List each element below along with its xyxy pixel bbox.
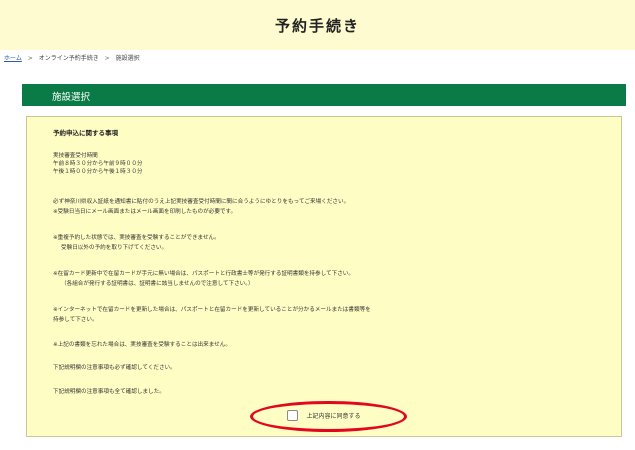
breadcrumb-step-facility-selection: 施設選択 [115, 55, 140, 62]
notice-line: ※インターネットで在留カードを更新した場合は、パスポートと在留カードを更新してい… [53, 307, 371, 313]
notice-line: ※受験日当日にメール画面またはメール画面を印刷したものが必要です。 [53, 209, 237, 215]
notice-line: 午前８時３０分から午前９時００分 [53, 161, 143, 167]
notice-line: 下記説明欄の注意事項も全て確認しました。 [53, 389, 165, 395]
agree-row: 上記内容に同意する [27, 408, 621, 422]
page-header: 予約手続き [0, 0, 635, 50]
notice-heading: 予約申込に関する事項 [53, 129, 118, 137]
section-header-bar: 施設選択 [22, 84, 626, 106]
breadcrumb: ホーム > オンライン予約手続き > 施設選択 [4, 53, 140, 62]
notice-line: 必ず神奈川県収入証紙を通知書に貼付のうえ上記実技審査受付時間に間に合うようにゆと… [53, 199, 350, 205]
notice-line: （各組合が発行する証明書は、証明書に該当しませんので注意して下さい。） [61, 281, 254, 287]
breadcrumb-home-link[interactable]: ホーム [4, 55, 22, 62]
breadcrumb-step-online-reservation: オンライン予約手続き [38, 55, 99, 62]
breadcrumb-separator-icon: > [27, 55, 33, 62]
notice-line: ※重複予約した状態では、実技審査を受験することができません。 [53, 235, 220, 241]
agree-label[interactable]: 上記内容に同意する [306, 411, 360, 420]
section-title: 施設選択 [52, 92, 91, 103]
notice-line: 持参して下さい。 [53, 317, 98, 323]
breadcrumb-separator-icon: > [104, 55, 110, 62]
agree-checkbox[interactable] [287, 409, 299, 421]
notice-line: ※上記の書類を忘れた場合は、実技審査を受験することは出来ません。 [53, 342, 231, 348]
page-title: 予約手続き [274, 16, 360, 35]
notice-panel: 予約申込に関する事項 実技審査受付時間 午前８時３０分から午前９時００分 午後１… [26, 116, 622, 437]
notice-line: ※在留カード更新中で在留カードが手元に無い場合は、パスポートと行政書士等が発行す… [53, 271, 354, 277]
notice-line: 受験日以外の予約を取り下げてください。 [61, 245, 168, 251]
notice-line: 午後１時００分から午後１時３０分 [53, 169, 143, 175]
notice-line: 実技審査受付時間 [53, 153, 98, 159]
notice-line: 下記説明欄の注意事項も必ず確認してください。 [53, 365, 176, 371]
